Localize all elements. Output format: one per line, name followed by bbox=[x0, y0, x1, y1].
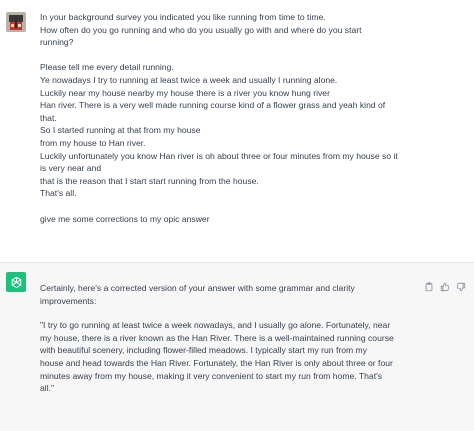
user-line: Please tell me every detail running. bbox=[40, 62, 174, 73]
thumbs-down-icon bbox=[456, 282, 465, 291]
user-line: That's all. bbox=[40, 188, 77, 199]
assistant-intro-line: improvements: bbox=[40, 295, 97, 306]
user-line: In your background survey you indicated … bbox=[40, 12, 326, 22]
answer-line: all." bbox=[40, 383, 55, 394]
answer-line: "I try to go running at least twice a we… bbox=[40, 320, 391, 331]
assistant-message-text: Certainly, here's a corrected version of… bbox=[40, 282, 436, 395]
assistant-avatar bbox=[6, 272, 26, 292]
assistant-intro-line: Certainly, here's a corrected version of… bbox=[40, 283, 355, 293]
answer-line: my house, there is a river known as the … bbox=[40, 332, 394, 343]
user-line: Ye nowadays I try to running at least tw… bbox=[40, 74, 338, 85]
user-line: How often do you go running and who do y… bbox=[40, 24, 362, 35]
thumbs-down-button[interactable] bbox=[455, 281, 466, 292]
corrected-answer: "I try to go running at least twice a we… bbox=[40, 319, 436, 395]
assistant-intro: Certainly, here's a corrected version of… bbox=[40, 282, 436, 307]
answer-line: minutes away from my house, making it ve… bbox=[40, 370, 383, 381]
user-line bbox=[40, 49, 440, 62]
thumbs-up-button[interactable] bbox=[439, 281, 450, 292]
answer-line: with beautiful scenery, including flower… bbox=[40, 345, 367, 356]
user-line: Luckily near my house nearby my house th… bbox=[40, 87, 330, 98]
user-line: that. bbox=[40, 112, 57, 123]
assistant-message: Certainly, here's a corrected version of… bbox=[0, 262, 474, 431]
thumbs-up-icon bbox=[440, 282, 449, 291]
user-message: In your background survey you indicated … bbox=[0, 0, 474, 262]
user-line: So I started running at that from my hou… bbox=[40, 125, 201, 136]
user-avatar bbox=[6, 12, 26, 32]
user-line: is very near and bbox=[40, 163, 102, 174]
user-message-text: In your background survey you indicated … bbox=[40, 11, 440, 225]
user-line: from my house to Han river. bbox=[40, 137, 146, 148]
openai-logo-icon bbox=[11, 276, 21, 288]
copy-button[interactable] bbox=[423, 281, 434, 292]
clipboard-icon bbox=[425, 281, 432, 291]
user-avatar-photo bbox=[6, 12, 26, 32]
answer-line: house and head towards the Han River. Fo… bbox=[40, 357, 393, 368]
user-line: that is the reason that I start start ru… bbox=[40, 175, 259, 186]
user-line bbox=[40, 200, 440, 213]
message-actions bbox=[423, 281, 466, 292]
user-line: give me some corrections to my opic answ… bbox=[40, 213, 210, 224]
user-line: Luckily unfortunately you know Han river… bbox=[40, 150, 398, 161]
user-line: running? bbox=[40, 37, 74, 48]
user-line: Han river. There is a very well made run… bbox=[40, 100, 386, 111]
